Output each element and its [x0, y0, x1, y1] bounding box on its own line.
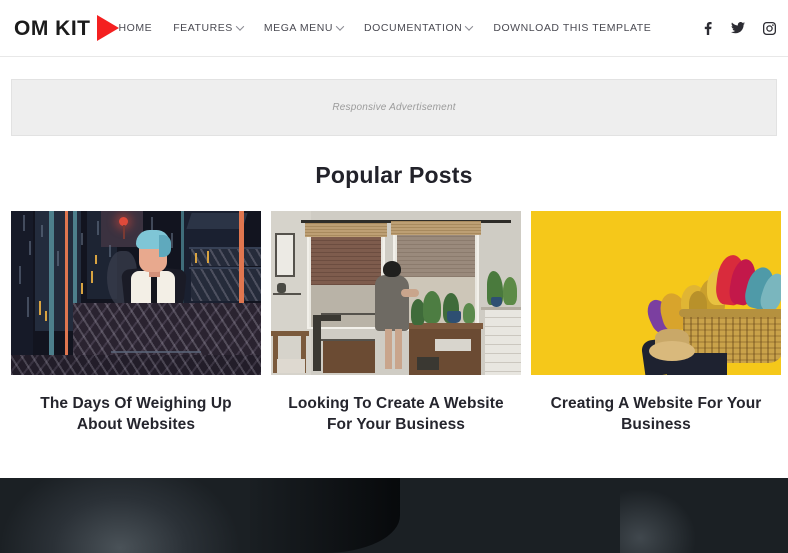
post-title[interactable]: Looking To Create A Website For Your Bus… — [271, 393, 521, 436]
post-thumbnail[interactable] — [271, 211, 521, 375]
advertisement-section: Responsive Advertisement — [0, 57, 788, 136]
instagram-icon[interactable] — [763, 21, 777, 35]
hero-banner — [0, 478, 788, 553]
post-thumbnail[interactable] — [531, 211, 781, 375]
post-card[interactable]: Looking To Create A Website For Your Bus… — [271, 211, 521, 436]
nav-item-mega-menu[interactable]: MEGA MENU — [263, 22, 345, 34]
twitter-icon[interactable] — [731, 22, 746, 34]
nav-item-download-this-template[interactable]: DOWNLOAD THIS TEMPLATE — [493, 22, 651, 34]
advertisement-label: Responsive Advertisement — [332, 102, 456, 113]
play-triangle-icon — [96, 15, 119, 41]
nav-item-documentation-label: DOCUMENTATION — [363, 22, 463, 34]
nav-item-features[interactable]: FEATURES — [173, 22, 245, 34]
nav-item-documentation[interactable]: DOCUMENTATION — [363, 22, 474, 34]
logo-text: OM KIT — [14, 16, 91, 40]
social-links — [702, 21, 788, 35]
popular-posts-list: The Days Of Weighing Up About Websites L… — [0, 211, 788, 436]
post-card[interactable]: Creating A Website For Your Business — [531, 211, 781, 436]
main-navigation: HOME FEATURES MEGA MENU DOCUMENTATION DO… — [119, 21, 788, 35]
facebook-icon[interactable] — [702, 21, 713, 35]
popular-posts-heading: Popular Posts — [315, 162, 473, 188]
post-title[interactable]: Creating A Website For Your Business — [531, 393, 781, 436]
nav-item-home-label: HOME — [118, 22, 153, 34]
site-header: OM KIT HOME FEATURES MEGA MENU DOCUMENTA… — [0, 0, 788, 57]
hero-shape — [250, 478, 400, 553]
post-thumbnail[interactable] — [11, 211, 261, 375]
post-title[interactable]: The Days Of Weighing Up About Websites — [11, 393, 261, 436]
post-card[interactable]: The Days Of Weighing Up About Websites — [11, 211, 261, 436]
nav-item-mega-menu-label: MEGA MENU — [263, 22, 333, 34]
hero-shape — [620, 478, 740, 553]
chevron-down-icon — [235, 22, 245, 31]
chevron-down-icon — [335, 22, 345, 31]
site-logo[interactable]: OM KIT — [14, 15, 119, 41]
nav-item-features-label: FEATURES — [173, 22, 233, 34]
nav-item-home[interactable]: HOME — [119, 22, 153, 34]
chevron-down-icon — [465, 22, 474, 31]
advertisement-banner[interactable]: Responsive Advertisement — [11, 79, 777, 136]
nav-item-download-label: DOWNLOAD THIS TEMPLATE — [493, 22, 652, 34]
